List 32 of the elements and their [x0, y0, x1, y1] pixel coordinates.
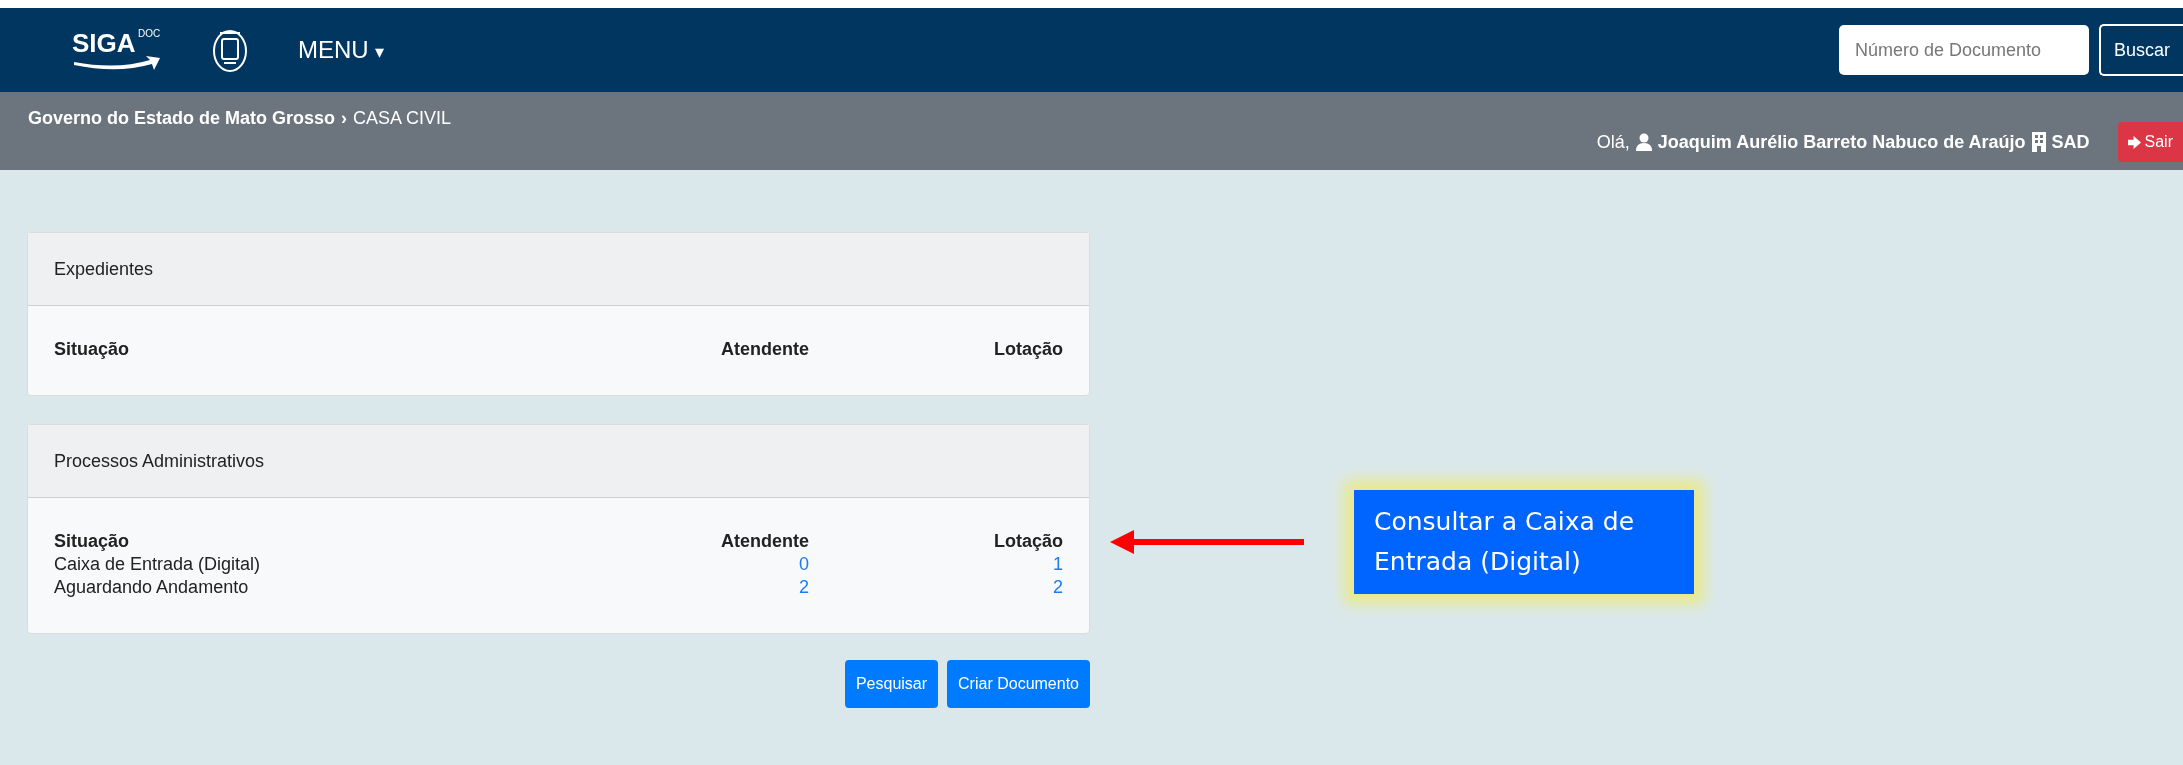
sign-out-icon [2127, 135, 2141, 149]
column-header: Atendente [720, 530, 809, 553]
count-link[interactable]: 2 [809, 576, 1063, 599]
arrow-icon [1110, 530, 1304, 554]
logout-button[interactable]: Sair [2117, 122, 2183, 162]
panel-title: Processos Administrativos [54, 450, 265, 472]
panel-title: Expedientes [54, 258, 154, 280]
user-icon [1635, 133, 1652, 151]
menu-button[interactable]: MENU ▾ [298, 36, 385, 64]
column-header: Situação [54, 338, 131, 361]
count-link[interactable]: 0 [609, 553, 809, 576]
table-cell-text: Aguardando Andamento [54, 576, 250, 599]
action-button[interactable]: Criar Documento [947, 660, 1090, 708]
breadcrumb-link[interactable]: Governo do Estado de Mato Grosso [28, 108, 336, 129]
column-header: Situação [54, 530, 131, 553]
search-button[interactable]: Buscar [2099, 24, 2183, 76]
building-icon [2031, 132, 2046, 152]
action-button[interactable]: Pesquisar [844, 660, 939, 708]
user-name: Joaquim Aurélio Barreto Nabuco de Araújo [1657, 131, 2026, 153]
breadcrumb-link[interactable]: CASA CIVIL [353, 108, 452, 129]
greeting-text: Olá, [1596, 131, 1630, 153]
column-header: Atendente [720, 338, 809, 361]
count-link[interactable]: 2 [609, 576, 809, 599]
document-number-field[interactable]: Número de Documento [1839, 25, 2089, 75]
unit-name: SAD [2051, 131, 2090, 153]
count-link[interactable]: 1 [809, 553, 1063, 576]
siga-doc-logo[interactable]: SIGA$^{DOC}$ [70, 22, 170, 78]
column-header: Lotação [993, 338, 1063, 361]
callout-note: Consultar a Caixa de Entrada (Digital) [1354, 490, 1694, 594]
chevron-icon: › [341, 108, 348, 129]
table-cell-text: Caixa de Entrada (Digital) [54, 553, 262, 576]
column-header: Lotação [993, 530, 1063, 553]
